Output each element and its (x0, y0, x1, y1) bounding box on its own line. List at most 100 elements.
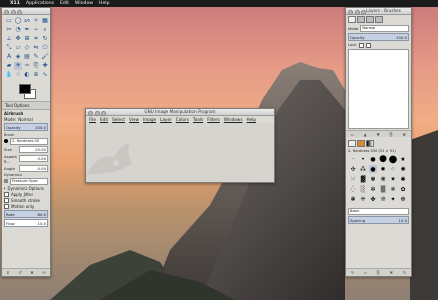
save-options-icon[interactable]: ⬇ (6, 270, 9, 275)
menu-colors[interactable]: Colors (176, 117, 189, 122)
perspective-clone-tool-icon[interactable]: ⧈ (32, 71, 40, 79)
patterns-tab-icon[interactable] (357, 140, 365, 147)
brush-icon[interactable]: ● (389, 154, 398, 165)
brush-icon[interactable]: ❉ (399, 195, 407, 203)
brush-icon[interactable]: ● (369, 165, 377, 173)
brush-icon[interactable]: ✦ (389, 195, 397, 203)
menu-filters[interactable]: Filters (207, 117, 220, 122)
scale-tool-icon[interactable]: ⤡ (5, 44, 13, 52)
foreground-select-tool-icon[interactable]: ◔ (14, 26, 22, 34)
brush-icon[interactable]: ● (379, 154, 387, 164)
blur-tool-icon[interactable]: 💧 (5, 71, 13, 79)
brush-icon[interactable]: ✵ (389, 185, 397, 193)
aspect-field[interactable]: 0.00 (19, 155, 48, 162)
gradients-tab-icon[interactable] (366, 140, 374, 147)
blend-tool-icon[interactable]: ▤ (23, 53, 31, 61)
pencil-tool-icon[interactable]: ✎ (32, 53, 40, 61)
move-tool-icon[interactable]: ✥ (14, 35, 22, 43)
brush-icon[interactable]: ⁂ (359, 165, 367, 173)
brush-icon[interactable]: ❊ (379, 195, 387, 203)
apply-jitter-checkbox[interactable] (4, 191, 9, 197)
size-field[interactable]: 20.00 (19, 145, 48, 153)
brush-icon[interactable]: ✾ (369, 175, 377, 183)
brush-icon[interactable]: ⁘ (389, 165, 397, 173)
layer-mode-select[interactable]: Normal (360, 24, 409, 32)
ink-tool-icon[interactable]: ✑ (23, 62, 31, 70)
paths-tab-icon[interactable] (366, 16, 374, 23)
brush-tag-field[interactable]: Basic (348, 207, 409, 215)
zoom-icon[interactable] (361, 9, 366, 15)
delete-options-icon[interactable]: ✖ (30, 270, 33, 275)
align-tool-icon[interactable]: ⊞ (23, 35, 31, 43)
paths-tool-icon[interactable]: ✒ (23, 26, 31, 34)
restore-options-icon[interactable]: ↺ (18, 270, 21, 275)
brush-icon[interactable]: ✷ (389, 175, 397, 183)
clone-tool-icon[interactable]: ⎘ (32, 62, 40, 70)
airbrush-tool-icon[interactable]: ✈ (14, 62, 22, 70)
bucket-fill-tool-icon[interactable]: ◈ (14, 53, 22, 61)
zoom-tool-icon[interactable]: ⌕ (41, 26, 49, 34)
delete-layer-icon[interactable]: ✖ (403, 132, 406, 137)
menu-help[interactable]: Help (247, 117, 257, 122)
menu-file[interactable]: File (89, 117, 96, 122)
tool-options-tab[interactable]: Tool Options (2, 101, 50, 110)
brush-icon[interactable]: ✺ (399, 165, 407, 173)
brush-icon[interactable]: ⁛ (349, 185, 357, 193)
brush-icon[interactable]: ✱ (399, 175, 407, 183)
smooth-stroke-checkbox[interactable] (4, 197, 9, 203)
menu-applications[interactable]: Applications (26, 1, 54, 6)
brush-icon[interactable]: ▓ (359, 175, 367, 183)
toolbox-titlebar[interactable] (2, 8, 50, 15)
minimize-icon[interactable] (354, 9, 360, 15)
brush-icon[interactable]: ░ (359, 185, 367, 193)
smudge-tool-icon[interactable]: ☝ (14, 71, 22, 79)
menu-edit[interactable]: Edit (60, 1, 69, 6)
menu-image[interactable]: Image (143, 117, 156, 122)
menu-select[interactable]: Select (112, 117, 125, 122)
rate-slider[interactable]: Rate 80.0 (4, 210, 48, 218)
dynamics-icon[interactable] (4, 179, 8, 183)
paintbrush-tool-icon[interactable]: 🖌 (41, 53, 49, 61)
refresh-brushes-icon[interactable]: ↻ (403, 270, 406, 275)
brush-icon[interactable]: ✸ (379, 165, 387, 173)
minimize-icon[interactable] (10, 9, 16, 15)
new-brush-icon[interactable]: ▫ (364, 270, 367, 275)
menu-tools[interactable]: Tools (193, 117, 203, 122)
dodge-burn-tool-icon[interactable]: ◐ (23, 71, 31, 79)
angle-field[interactable]: 0.00 (19, 164, 48, 172)
edit-brush-icon[interactable]: ✎ (351, 270, 354, 275)
raise-layer-icon[interactable]: ▲ (364, 132, 367, 137)
lower-layer-icon[interactable]: ▼ (377, 132, 380, 137)
brush-icon[interactable]: ✿ (399, 185, 407, 193)
mode-select[interactable]: Normal (18, 117, 32, 122)
brush-icon[interactable]: ▒ (379, 185, 387, 193)
brush-icon[interactable]: ⁜ (359, 195, 367, 203)
menu-window[interactable]: Window (75, 1, 93, 6)
ellipse-select-tool-icon[interactable]: ◯ (14, 17, 22, 25)
menu-layer[interactable]: Layer (160, 117, 172, 122)
zoom-icon[interactable] (17, 9, 22, 15)
rotate-tool-icon[interactable]: ↻ (41, 35, 49, 43)
color-picker-tool-icon[interactable]: ⌁ (32, 26, 40, 34)
brush-icon[interactable]: ✼ (369, 185, 377, 193)
delete-brush-icon[interactable]: ✖ (390, 270, 393, 275)
brushes-tab-icon[interactable] (348, 140, 356, 147)
brush-icon[interactable]: ✤ (369, 195, 377, 203)
layers-tab-icon[interactable] (348, 16, 356, 23)
menu-help[interactable]: Help (99, 1, 109, 6)
measure-tool-icon[interactable]: ⟂ (5, 35, 13, 43)
layer-opacity-slider[interactable]: Opacity 100.0 (348, 33, 409, 41)
app-menu[interactable]: X11 (10, 1, 20, 6)
layers-list[interactable] (348, 49, 409, 129)
minimize-icon[interactable] (94, 110, 100, 116)
flip-tool-icon[interactable]: ⇋ (32, 44, 40, 52)
scissors-tool-icon[interactable]: ✂ (5, 26, 13, 34)
brush-icon[interactable]: ● (369, 155, 377, 163)
duplicate-layer-icon[interactable]: ⎘ (390, 132, 393, 137)
eraser-tool-icon[interactable]: ▰ (5, 62, 13, 70)
motion-only-checkbox[interactable] (4, 203, 9, 209)
brush-icon[interactable]: ✣ (349, 165, 357, 173)
brush-icon[interactable]: ★ (399, 155, 407, 163)
color-select-tool-icon[interactable]: ▦ (41, 17, 49, 25)
empty-canvas-area[interactable] (86, 123, 274, 182)
